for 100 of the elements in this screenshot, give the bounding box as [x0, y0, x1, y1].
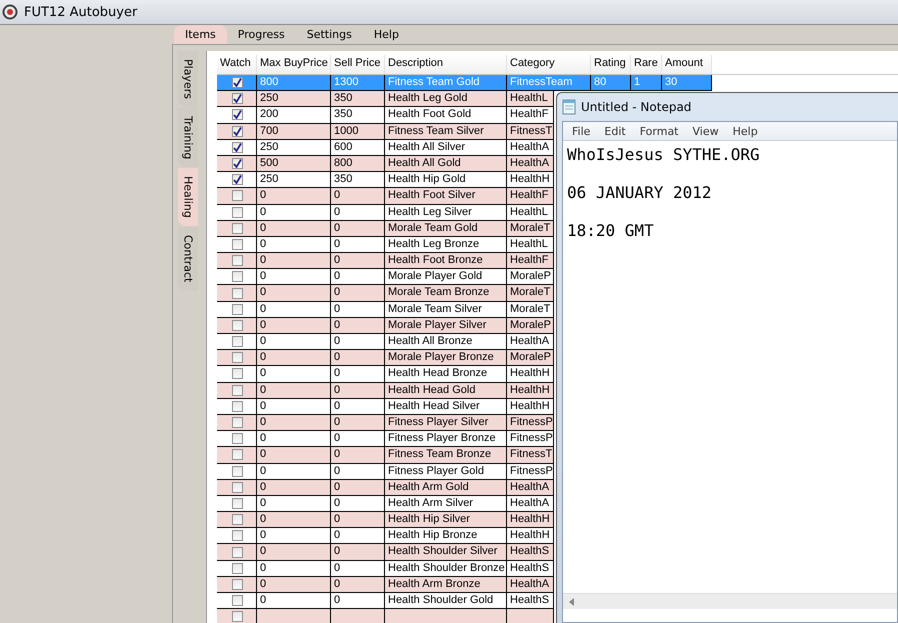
column-header[interactable]: Max BuyPrice — [257, 55, 331, 74]
menu-tab[interactable]: Settings — [296, 25, 363, 44]
checkbox[interactable] — [232, 93, 242, 104]
side-tab[interactable]: Contract — [178, 227, 198, 291]
table-cell: 0 — [331, 253, 385, 268]
table-row[interactable]: 0 0 Health Arm Bronze HealthA — [217, 576, 554, 593]
checkbox[interactable] — [232, 288, 242, 299]
table-cell: HealthA — [507, 496, 554, 512]
side-tab[interactable]: Training — [178, 108, 198, 168]
checkbox[interactable] — [232, 562, 242, 574]
table-cell: 0 — [331, 447, 385, 462]
checkbox[interactable] — [232, 77, 242, 88]
table-cell: 600 — [331, 140, 385, 155]
checkbox[interactable] — [232, 352, 242, 364]
checkbox[interactable] — [232, 336, 242, 348]
table-cell: Health All Gold — [385, 156, 507, 172]
table-cell: 0 — [257, 350, 331, 366]
table-row[interactable]: 0 0 Morale Player Bronze MoraleP — [217, 350, 554, 366]
table-cell: 0 — [331, 431, 385, 446]
checkbox[interactable] — [232, 158, 242, 170]
table-cell: Health Shoulder Bronze — [385, 560, 507, 576]
table-cell: Health Foot Gold — [385, 107, 507, 123]
table-cell: 0 — [257, 496, 331, 512]
checkbox[interactable] — [232, 368, 242, 380]
checkbox[interactable] — [232, 190, 242, 202]
table-row[interactable]: 0 0 Fitness Team Bronze FitnessT — [217, 447, 554, 464]
menu-item[interactable]: Edit — [597, 122, 633, 140]
table-cell: 0 — [257, 204, 331, 220]
checkbox[interactable] — [232, 304, 242, 315]
table-cell: 350 — [331, 172, 385, 188]
column-header[interactable]: Rare — [631, 55, 662, 74]
menu-item[interactable]: Help — [726, 122, 765, 140]
checkbox[interactable] — [232, 482, 242, 493]
table-cell: HealthF — [507, 188, 554, 204]
menu-item[interactable]: File — [565, 122, 598, 140]
checkbox[interactable] — [232, 466, 242, 477]
table-row[interactable]: 0 0 Health Shoulder Silver HealthS — [217, 544, 554, 561]
table-row[interactable]: 0 0 Morale Player Silver MoraleP — [217, 318, 554, 334]
side-tab[interactable]: Players — [178, 51, 198, 107]
column-header[interactable]: Description — [385, 55, 507, 74]
column-header[interactable]: Category — [507, 55, 591, 74]
menu-tab[interactable]: Help — [362, 25, 410, 44]
checkbox[interactable] — [232, 546, 242, 558]
checkbox[interactable] — [232, 578, 242, 590]
column-header[interactable]: Amount — [662, 55, 712, 74]
checkbox[interactable] — [232, 109, 242, 120]
table-row[interactable] — [217, 609, 554, 623]
table-row[interactable]: 250 350 Health Leg Gold HealthL — [217, 91, 554, 108]
checkbox[interactable] — [232, 611, 242, 622]
table-row[interactable]: 700 1000 Fitness Team Silver FitnessT — [217, 124, 554, 140]
checkbox[interactable] — [232, 320, 242, 331]
checkbox[interactable] — [232, 530, 242, 542]
table-row[interactable]: 0 0 Health Foot Bronze HealthF — [217, 253, 554, 270]
horizontal-scrollbar[interactable] — [563, 593, 897, 609]
checkbox[interactable] — [232, 384, 242, 396]
table-cell: Health Foot Silver — [385, 188, 507, 204]
menu-item[interactable]: Format — [632, 122, 686, 140]
table-row[interactable]: 0 0 Health Hip Silver HealthH — [217, 512, 554, 528]
table-row[interactable]: 500 800 Health All Gold HealthA — [217, 156, 554, 172]
checkbox[interactable] — [232, 255, 242, 266]
column-header[interactable]: Rating — [591, 55, 631, 74]
menu-tab[interactable]: Progress — [226, 25, 296, 44]
checkbox[interactable] — [232, 400, 242, 412]
table-cell: Morale Team Gold — [385, 220, 507, 236]
table-row[interactable]: 0 0 Fitness Player Silver FitnessP — [217, 414, 554, 432]
table-cell: Morale Player Gold — [385, 269, 507, 284]
table-row[interactable]: 0 0 Health Head Gold HealthH — [217, 382, 554, 399]
table-row[interactable]: 0 0 Health Arm Gold HealthA — [217, 480, 554, 496]
column-header[interactable]: Sell Price — [331, 55, 385, 74]
checkbox[interactable] — [232, 126, 242, 137]
menu-tab[interactable]: Items — [174, 25, 227, 44]
column-header[interactable]: Watch — [217, 55, 257, 74]
checkbox[interactable] — [232, 206, 242, 218]
table-cell: 0 — [257, 334, 331, 350]
table-row[interactable]: 0 0 Morale Team Bronze MoraleT — [217, 285, 554, 302]
table-cell: Health Head Bronze — [385, 366, 507, 382]
side-tab[interactable]: Healing — [178, 168, 198, 226]
table-cell: Health Hip Silver — [385, 512, 507, 528]
table-cell: HealthF — [507, 107, 554, 123]
checkbox[interactable] — [232, 271, 242, 282]
checkbox[interactable] — [232, 514, 242, 526]
table-row[interactable]: 0 0 Morale Team Gold MoraleT — [217, 220, 554, 237]
checkbox[interactable] — [232, 222, 242, 234]
menu-item[interactable]: View — [686, 122, 726, 140]
checkbox[interactable] — [232, 174, 242, 186]
checkbox[interactable] — [232, 498, 242, 509]
checkbox[interactable] — [232, 142, 242, 153]
checkbox[interactable] — [232, 238, 242, 250]
notepad-text[interactable]: WhoIsJesus SYTHE.ORG 06 JANUARY 2012 18:20 GMT — [563, 141, 897, 244]
checkbox[interactable] — [232, 417, 242, 428]
table-cell: Health Arm Silver — [385, 496, 507, 512]
table-cell: Morale Player Bronze — [385, 350, 507, 366]
checkbox[interactable] — [232, 433, 242, 444]
table-cell: 0 — [257, 253, 331, 268]
table-row[interactable]: 0 0 Health Foot Silver HealthF — [217, 188, 554, 204]
checkbox[interactable] — [232, 449, 242, 460]
left-arrow-icon[interactable] — [569, 598, 575, 606]
table-cell: 0 — [331, 204, 385, 220]
table-cell: Health Foot Bronze — [385, 253, 507, 268]
checkbox[interactable] — [232, 595, 242, 606]
